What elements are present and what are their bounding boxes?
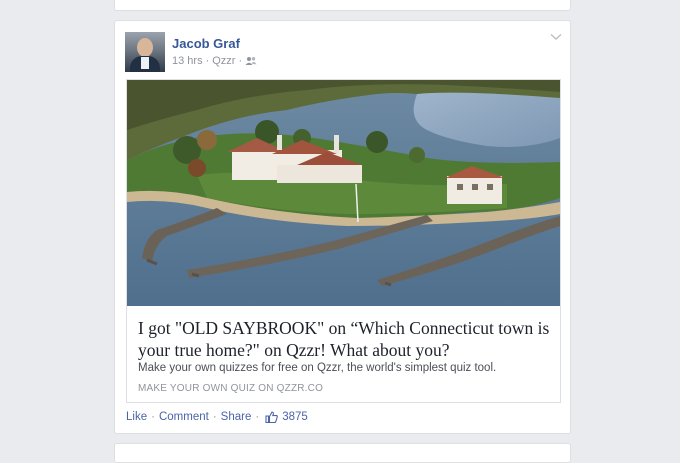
action-separator: ·: [255, 411, 260, 423]
meta-separator: ·: [205, 55, 210, 67]
friends-icon[interactable]: [245, 56, 257, 66]
comment-link[interactable]: Comment: [159, 411, 209, 423]
post-actions: Like · Comment · Share · 3875: [126, 411, 308, 423]
avatar[interactable]: [125, 32, 165, 72]
attachment-title[interactable]: I got "OLD SAYBROOK" on “Which Connectic…: [138, 317, 552, 361]
author-name[interactable]: Jacob Graf: [172, 36, 240, 51]
previous-post-card: [114, 0, 571, 11]
link-attachment[interactable]: I got "OLD SAYBROOK" on “Which Connectic…: [126, 79, 561, 403]
attachment-description: Make your own quizzes for free on Qzzr, …: [138, 362, 497, 374]
share-link[interactable]: Share: [221, 411, 252, 423]
next-post-card: [114, 443, 571, 463]
post-source[interactable]: Qzzr: [212, 55, 235, 67]
attachment-domain[interactable]: MAKE YOUR OWN QUIZ ON QZZR.CO: [138, 383, 323, 394]
aerial-estate-image: [127, 80, 560, 306]
thumbs-up-icon[interactable]: [265, 411, 279, 423]
action-separator: ·: [151, 411, 155, 423]
like-link[interactable]: Like: [126, 411, 147, 423]
feed-post: Jacob Graf 13 hrs · Qzzr · I got "OLD SA…: [114, 20, 571, 434]
attachment-photo[interactable]: [127, 80, 560, 306]
avatar-head: [137, 38, 153, 57]
meta-separator: ·: [238, 55, 243, 67]
chevron-down-icon[interactable]: [550, 33, 562, 41]
avatar-collar: [141, 57, 149, 69]
post-timestamp[interactable]: 13 hrs: [172, 55, 203, 67]
like-count[interactable]: 3875: [282, 411, 308, 423]
post-meta: 13 hrs · Qzzr ·: [172, 55, 257, 67]
action-separator: ·: [212, 411, 217, 423]
